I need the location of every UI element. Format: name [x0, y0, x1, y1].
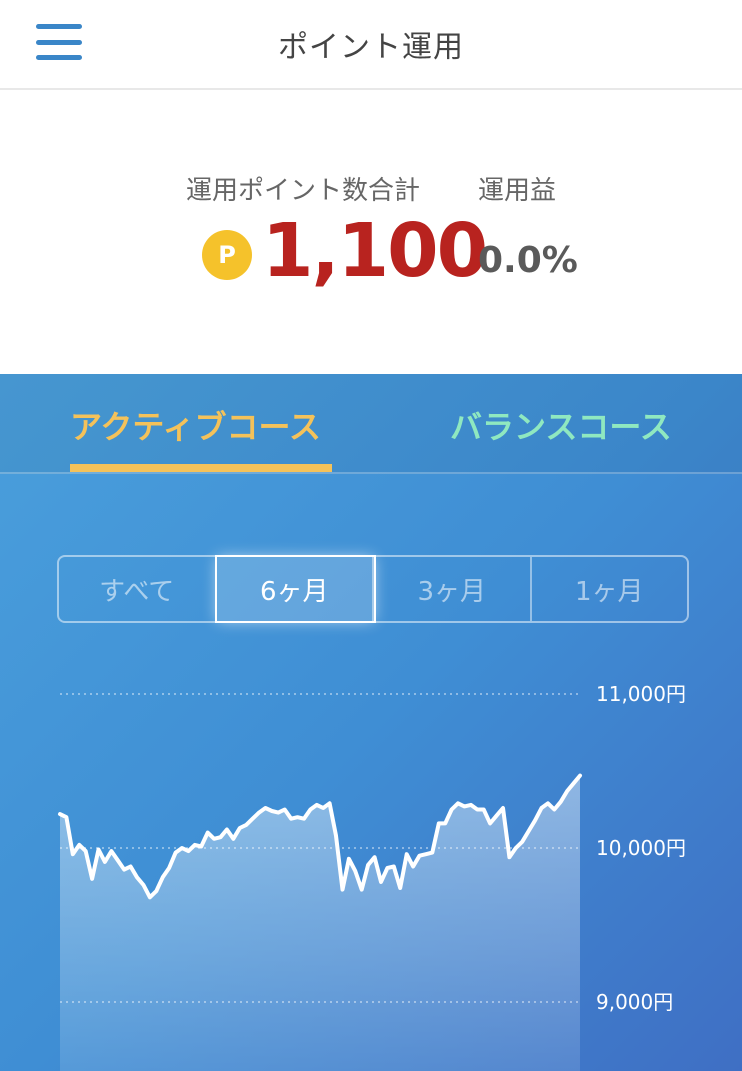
period-1m-button[interactable]: 1ヶ月 [532, 557, 688, 621]
total-points-value: 1,100 [262, 208, 488, 294]
course-panel: アクティブコース バランスコース すべて 6ヶ月 3ヶ月 1ヶ月 11,000円… [0, 374, 742, 1071]
tab-active-course[interactable]: アクティブコース [70, 402, 321, 448]
period-all-button[interactable]: すべて [59, 557, 217, 621]
point-coin-icon: P [202, 230, 252, 280]
chart-area-fill [60, 775, 580, 1071]
period-6m-button[interactable]: 6ヶ月 [216, 557, 374, 621]
y-tick-label-2: 9,000円 [596, 990, 673, 1014]
course-tabs: アクティブコース バランスコース [0, 374, 742, 474]
page-title: ポイント運用 [278, 30, 464, 65]
y-tick-label-1: 10,000円 [596, 836, 686, 860]
y-tick-label-0: 11,000円 [596, 682, 686, 706]
profit-value: 0.0% [478, 240, 578, 281]
period-selector: すべて 6ヶ月 3ヶ月 1ヶ月 [57, 555, 689, 623]
tab-balance-course[interactable]: バランスコース [450, 402, 672, 448]
total-points-label: 運用ポイント数合計 [186, 176, 421, 206]
performance-chart: 11,000円 10,000円 9,000円 [58, 682, 686, 1071]
period-3m-button[interactable]: 3ヶ月 [374, 557, 532, 621]
profit-label: 運用益 [478, 176, 557, 206]
app-header: ポイント運用 [0, 0, 742, 90]
active-tab-indicator [70, 464, 332, 472]
points-summary: 運用ポイント数合計 運用益 P 1,100 0.0% [0, 90, 742, 374]
